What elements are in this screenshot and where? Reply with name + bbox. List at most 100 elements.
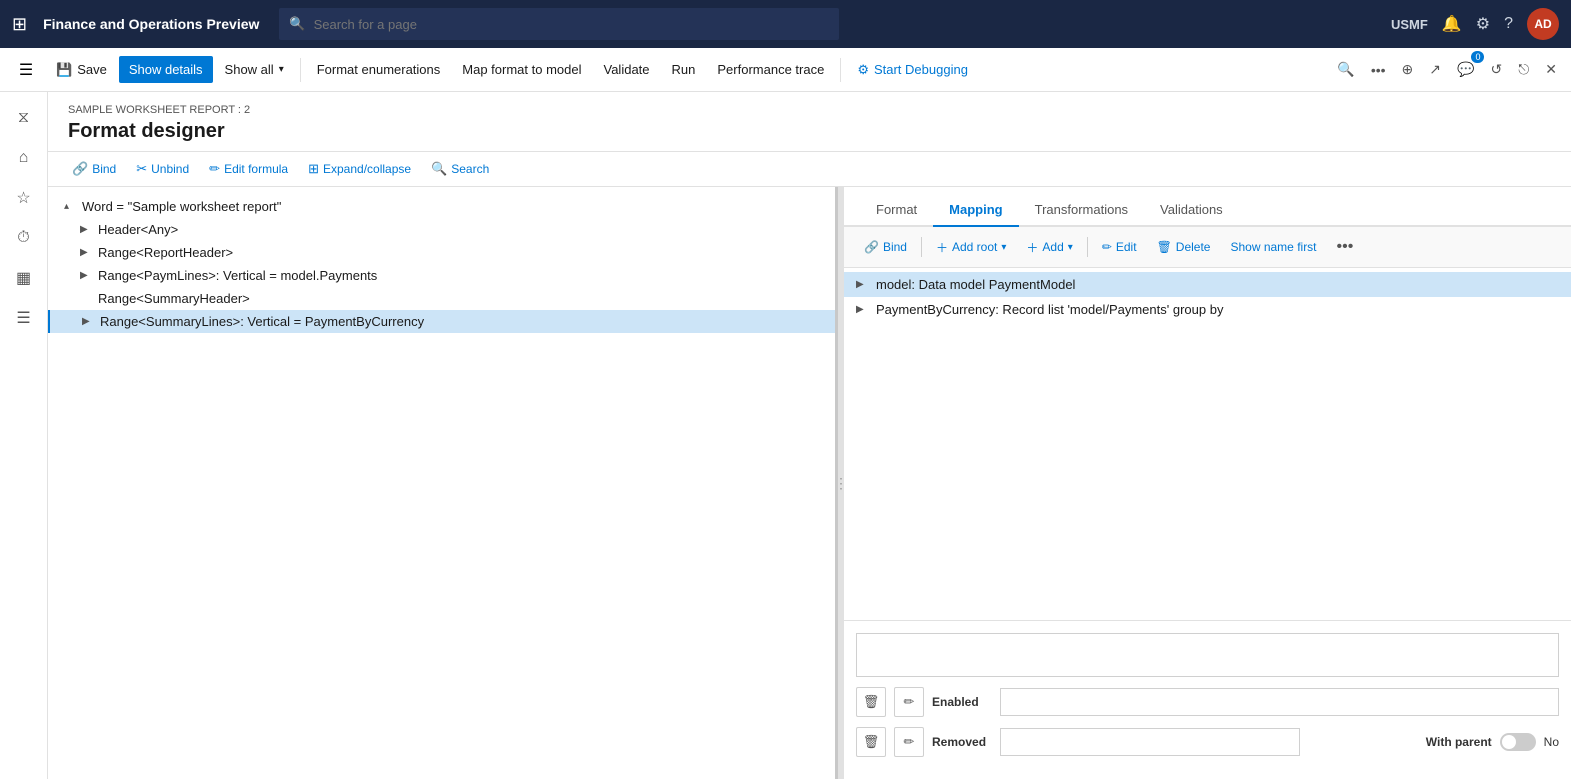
format-toolbar: 🔗 Bind ✂ Unbind ✏ Edit formula ⊞ Expand/… [48, 152, 1571, 187]
validate-button[interactable]: Validate [594, 56, 660, 83]
app-grid-icon[interactable]: ⊞ [12, 14, 27, 35]
map-row-text-payment: PaymentByCurrency: Record list 'model/Pa… [876, 302, 1223, 317]
tab-validations[interactable]: Validations [1144, 194, 1239, 227]
run-button[interactable]: Run [662, 56, 706, 83]
search-input[interactable] [314, 17, 830, 32]
map-row-text-model: model: Data model PaymentModel [876, 277, 1075, 292]
edit-formula-button[interactable]: ✏ Edit formula [201, 156, 296, 182]
tree-item-text-paymlines: Range<PaymLines>: Vertical = model.Payme… [98, 268, 377, 283]
sidebar-list-icon[interactable]: ☰ [6, 300, 42, 336]
sidebar-table-icon[interactable]: ▦ [6, 260, 42, 296]
avatar[interactable]: AD [1527, 8, 1559, 40]
enabled-trash-button[interactable]: 🗑 [856, 687, 886, 717]
map-format-to-model-button[interactable]: Map format to model [452, 56, 591, 83]
tree-item-root[interactable]: ▴ Word = "Sample worksheet report" [48, 195, 835, 218]
delete-mapping-button[interactable]: 🗑 Delete [1149, 235, 1219, 259]
map-chevron-model: ▶ [856, 279, 870, 290]
save-button[interactable]: 💾 Save [46, 56, 117, 84]
sidebar-clock-icon[interactable]: ⏱ [6, 220, 42, 256]
bind-button[interactable]: 🔗 Bind [64, 156, 124, 182]
tree-item-paymlines[interactable]: ▶ Range<PaymLines>: Vertical = model.Pay… [48, 264, 835, 287]
show-name-first-button[interactable]: Show name first [1222, 235, 1324, 259]
formula-input[interactable] [856, 633, 1559, 677]
search-format-button[interactable]: 🔍 Search [423, 156, 497, 182]
enabled-input[interactable] [1000, 688, 1559, 716]
close-cmd-icon[interactable]: ✕ [1539, 55, 1563, 84]
search-icon: 🔍 [289, 16, 305, 32]
tree-item-reportheader[interactable]: ▶ Range<ReportHeader> [48, 241, 835, 264]
start-debugging-button[interactable]: ⚙ Start Debugging [847, 56, 978, 84]
mapping-tabs: Format Mapping Transformations Validatio… [844, 187, 1571, 227]
expand-collapse-button[interactable]: ⊞ Expand/collapse [300, 156, 419, 182]
sidebar-filter-icon[interactable]: ⧖ [6, 100, 42, 136]
removed-pencil-button[interactable]: ✏ [894, 727, 924, 757]
tab-mapping[interactable]: Mapping [933, 194, 1018, 227]
delete-mapping-icon: 🗑 [1157, 240, 1172, 254]
map-sep-1 [921, 237, 922, 257]
show-all-button[interactable]: Show all ▾ [215, 56, 294, 83]
bottom-section: 🗑 ✏ Enabled 🗑 ✏ Removed With parent [844, 620, 1571, 779]
tree-chevron-summarylines: ▶ [82, 316, 96, 327]
tab-format[interactable]: Format [860, 194, 933, 227]
add-icon: ＋ [1026, 239, 1038, 256]
toggle-thumb [1502, 735, 1516, 749]
settings-icon[interactable]: ⚙ [1476, 14, 1490, 34]
bookmark-cmd-icon[interactable]: ⊕ [1396, 55, 1420, 84]
tree-chevron-reportheader: ▶ [80, 247, 94, 258]
tree-item-summarylines[interactable]: ▶ Range<SummaryLines>: Vertical = Paymen… [48, 310, 835, 333]
map-row-model[interactable]: ▶ model: Data model PaymentModel [844, 272, 1571, 297]
tree-item-summaryheader[interactable]: Range<SummaryHeader> [48, 287, 835, 310]
removed-trash-button[interactable]: 🗑 [856, 727, 886, 757]
save-icon: 💾 [56, 62, 72, 78]
refresh-cmd-icon[interactable]: ↺ [1484, 55, 1508, 84]
search-cmd-icon[interactable]: 🔍 [1331, 55, 1360, 84]
messages-cmd-icon[interactable]: 💬 0 [1451, 55, 1480, 84]
tree-pane: ▴ Word = "Sample worksheet report" ▶ Hea… [48, 187, 838, 779]
add-button[interactable]: ＋ Add ▾ [1018, 234, 1080, 261]
command-bar-right: 🔍 ••• ⊕ ↗ 💬 0 ↺ ⎋ ✕ [1331, 55, 1563, 84]
sidebar-home-icon[interactable]: ⌂ [6, 140, 42, 176]
help-icon[interactable]: ? [1504, 15, 1513, 33]
notification-icon[interactable]: 🔔 [1442, 14, 1462, 34]
more-mapping-button[interactable]: ••• [1329, 233, 1362, 261]
page-title: Format designer [68, 120, 1551, 143]
map-sep-2 [1087, 237, 1088, 257]
mapping-bind-icon: 🔗 [864, 240, 879, 254]
page-header: SAMPLE WORKSHEET REPORT : 2 Format desig… [48, 92, 1571, 152]
formula-icon: ✏ [209, 161, 220, 177]
tree-chevron-paymlines: ▶ [80, 270, 94, 281]
performance-trace-button[interactable]: Performance trace [707, 56, 834, 83]
popout-cmd-icon[interactable]: ⎋ [1512, 55, 1535, 84]
add-root-chevron-icon: ▾ [1001, 242, 1006, 253]
removed-label: Removed [932, 735, 992, 749]
share-cmd-icon[interactable]: ↗ [1423, 55, 1447, 84]
show-details-button[interactable]: Show details [119, 56, 213, 83]
tab-transformations[interactable]: Transformations [1019, 194, 1144, 227]
edit-mapping-button[interactable]: ✏ Edit [1094, 235, 1145, 259]
add-chevron-icon: ▾ [1068, 242, 1073, 253]
top-nav: ⊞ Finance and Operations Preview 🔍 USMF … [0, 0, 1571, 48]
app-title: Finance and Operations Preview [43, 16, 259, 32]
add-root-button[interactable]: ＋ Add root ▾ [928, 234, 1014, 261]
mapping-pane: Format Mapping Transformations Validatio… [844, 187, 1571, 779]
add-root-icon: ＋ [936, 239, 948, 256]
enabled-label: Enabled [932, 695, 992, 709]
show-all-chevron-icon: ▾ [279, 64, 284, 75]
with-parent-toggle[interactable] [1500, 733, 1536, 751]
sidebar-star-icon[interactable]: ☆ [6, 180, 42, 216]
tree-chevron-header: ▶ [80, 224, 94, 235]
format-enumerations-button[interactable]: Format enumerations [307, 56, 451, 83]
unbind-button[interactable]: ✂ Unbind [128, 156, 197, 182]
enabled-pencil-button[interactable]: ✏ [894, 687, 924, 717]
map-row-payment[interactable]: ▶ PaymentByCurrency: Record list 'model/… [844, 297, 1571, 322]
tree-item-text-header: Header<Any> [98, 222, 178, 237]
more-cmd-icon[interactable]: ••• [1365, 56, 1392, 84]
mapping-toolbar: 🔗 Bind ＋ Add root ▾ ＋ Add ▾ [844, 227, 1571, 268]
tree-item-text-reportheader: Range<ReportHeader> [98, 245, 233, 260]
mapping-bind-button[interactable]: 🔗 Bind [856, 235, 915, 259]
tree-item-header[interactable]: ▶ Header<Any> [48, 218, 835, 241]
search-bar[interactable]: 🔍 [279, 8, 839, 40]
hamburger-button[interactable]: ☰ [8, 52, 44, 88]
removed-input[interactable] [1000, 728, 1300, 756]
main-layout: ⧖ ⌂ ☆ ⏱ ▦ ☰ SAMPLE WORKSHEET REPORT : 2 … [0, 92, 1571, 779]
